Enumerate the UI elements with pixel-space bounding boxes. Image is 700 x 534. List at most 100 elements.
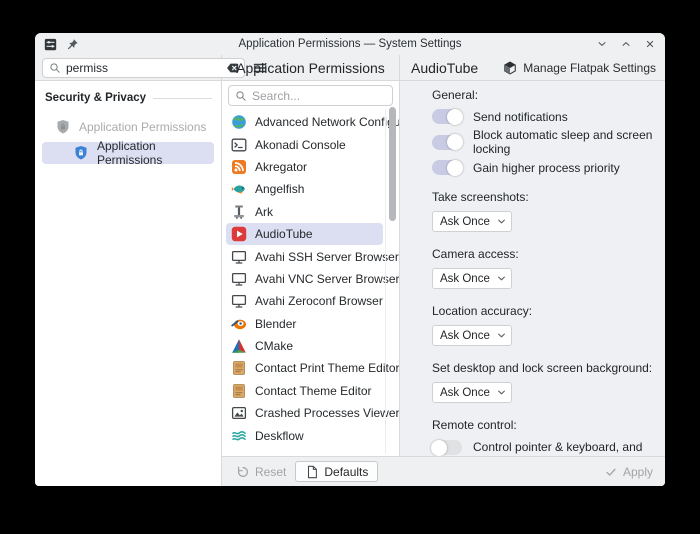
globe-icon [231, 114, 247, 130]
general-label: General: [432, 88, 655, 102]
app-list-item[interactable]: Contact Theme Editor [226, 380, 383, 402]
permission-select[interactable]: Ask Once [432, 268, 512, 289]
app-list-item-label: Blender [255, 317, 296, 331]
sidebar-header [35, 55, 222, 80]
permission-select[interactable]: Ask Once [432, 325, 512, 346]
general-toggles: Send notifications Block automatic sleep … [432, 109, 655, 175]
apply-button[interactable]: Apply [604, 465, 657, 479]
sidebar-item-application-permissions[interactable]: Application Permissions [42, 116, 214, 138]
app-list-item[interactable]: CMake [226, 335, 383, 357]
defaults-button[interactable]: Defaults [295, 461, 378, 482]
permission-label: Set desktop and lock screen background: [432, 361, 655, 375]
toggle-row: Send notifications [432, 109, 655, 124]
app-list-item-label: Akonadi Console [255, 138, 346, 152]
sidebar-item-application-permissions[interactable]: Application Permissions [42, 142, 214, 164]
permission-select[interactable]: Ask Once [432, 382, 512, 403]
sidebar: Security & Privacy Application Permissio… [35, 81, 222, 456]
permission-section: Camera access: Ask Once [432, 247, 655, 289]
app-list-item[interactable]: Advanced Network Configuration [226, 111, 383, 133]
footer: Reset Defaults Apply [222, 456, 665, 486]
chevron-down-icon [495, 272, 508, 285]
app-list-item-label: Advanced Network Configuration [255, 115, 399, 129]
app-list-item[interactable]: Deskflow [226, 424, 383, 446]
toggle-row: Block automatic sleep and screen locking [432, 128, 655, 156]
permission-sections: Take screenshots: Ask Once Camera access: A… [432, 190, 655, 403]
search-icon [49, 62, 61, 74]
app-list-item[interactable]: Ark [226, 201, 383, 223]
play-icon [231, 226, 247, 242]
permission-label: Camera access: [432, 247, 655, 261]
app-list-item[interactable]: Contact Print Theme Editor [226, 357, 383, 379]
app-list-item[interactable]: AudioTube [226, 223, 383, 245]
app-list-item-label: Avahi SSH Server Browser [255, 250, 399, 264]
app-list-item-label: Contact Print Theme Editor [255, 361, 399, 375]
remote-control-toggle[interactable] [432, 440, 462, 455]
sidebar-search-input[interactable] [66, 61, 221, 75]
detail-panel-title: AudioTube [411, 60, 478, 76]
app-list-item[interactable]: Avahi Zeroconf Browser [226, 290, 383, 312]
reset-button[interactable]: Reset [236, 465, 286, 479]
permission-select-value: Ask Once [440, 330, 490, 342]
toggle-label: Send notifications [473, 110, 568, 124]
toggle-switch[interactable] [432, 160, 462, 175]
detail-panel: General: Send notifications Block automat… [400, 81, 665, 456]
app-list-item-label: Crashed Processes Viewer [255, 406, 399, 420]
app-list-item[interactable]: Avahi SSH Server Browser [226, 245, 383, 267]
chevron-down-icon [495, 215, 508, 228]
app-list-item[interactable]: Akonadi Console [226, 133, 383, 155]
photo-icon [231, 405, 247, 421]
app-list-item[interactable]: Angelfish [226, 178, 383, 200]
file-icon [305, 465, 319, 479]
app-icon [44, 38, 57, 51]
shield-blue-icon [73, 145, 89, 161]
app-list-item-label: Avahi Zeroconf Browser [255, 294, 383, 308]
chevron-down-icon [495, 329, 508, 342]
blender-icon [231, 316, 247, 332]
manage-flatpak-label: Manage Flatpak Settings [523, 61, 656, 75]
app-list-item-label: Angelfish [255, 182, 304, 196]
apply-label: Apply [623, 465, 653, 479]
toggle-switch[interactable] [432, 109, 462, 124]
toggle-row: Gain higher process priority [432, 160, 655, 175]
card-icon [231, 383, 247, 399]
sidebar-section-title: Security & Privacy [45, 92, 146, 104]
header-band: Application Permissions AudioTube Manage… [35, 55, 665, 81]
rss-icon [231, 159, 247, 175]
sidebar-footer-area [35, 456, 222, 486]
remote-control-toggle-label: Control pointer & keyboard, and share sc… [473, 439, 655, 456]
app-search[interactable] [228, 85, 393, 106]
detail-header: AudioTube Manage Flatpak Settings [400, 55, 665, 80]
manage-flatpak-settings-button[interactable]: Manage Flatpak Settings [503, 61, 656, 75]
sidebar-section-security-privacy: Security & Privacy [45, 92, 212, 104]
pin-icon[interactable] [66, 38, 79, 51]
list-gutter [385, 109, 386, 454]
permission-select[interactable]: Ask Once [432, 211, 512, 232]
app-list-item[interactable]: Crashed Processes Viewer [226, 402, 383, 424]
section-divider [153, 98, 212, 99]
close-button[interactable] [644, 38, 656, 50]
search-icon [235, 90, 247, 102]
remote-control-section: Remote control: Control pointer & keyboa… [432, 418, 655, 456]
sidebar-search[interactable] [42, 58, 245, 78]
maximize-button[interactable] [620, 38, 632, 50]
sidebar-items: Application Permissions Application Permi… [42, 116, 214, 164]
toggle-label: Block automatic sleep and screen locking [473, 128, 655, 156]
app-list-item-label: Avahi VNC Server Browser [255, 272, 399, 286]
minimize-button[interactable] [596, 38, 608, 50]
app-search-input[interactable] [252, 89, 386, 103]
app-list-item[interactable]: Akregator [226, 156, 383, 178]
permission-select-value: Ask Once [440, 387, 490, 399]
check-icon [604, 465, 618, 479]
titlebar[interactable]: Application Permissions — System Setting… [35, 33, 665, 55]
app-list-item[interactable]: Blender [226, 313, 383, 335]
permission-label: Take screenshots: [432, 190, 655, 204]
toggle-label: Gain higher process priority [473, 161, 620, 175]
toggle-switch[interactable] [432, 135, 462, 150]
flatpak-icon [503, 61, 517, 75]
app-list-item[interactable]: Avahi VNC Server Browser [226, 268, 383, 290]
terminal-icon [231, 137, 247, 153]
app-list-scrollbar[interactable] [389, 107, 396, 221]
reset-icon [236, 465, 250, 479]
monitor-icon [231, 293, 247, 309]
window-controls [596, 38, 656, 50]
